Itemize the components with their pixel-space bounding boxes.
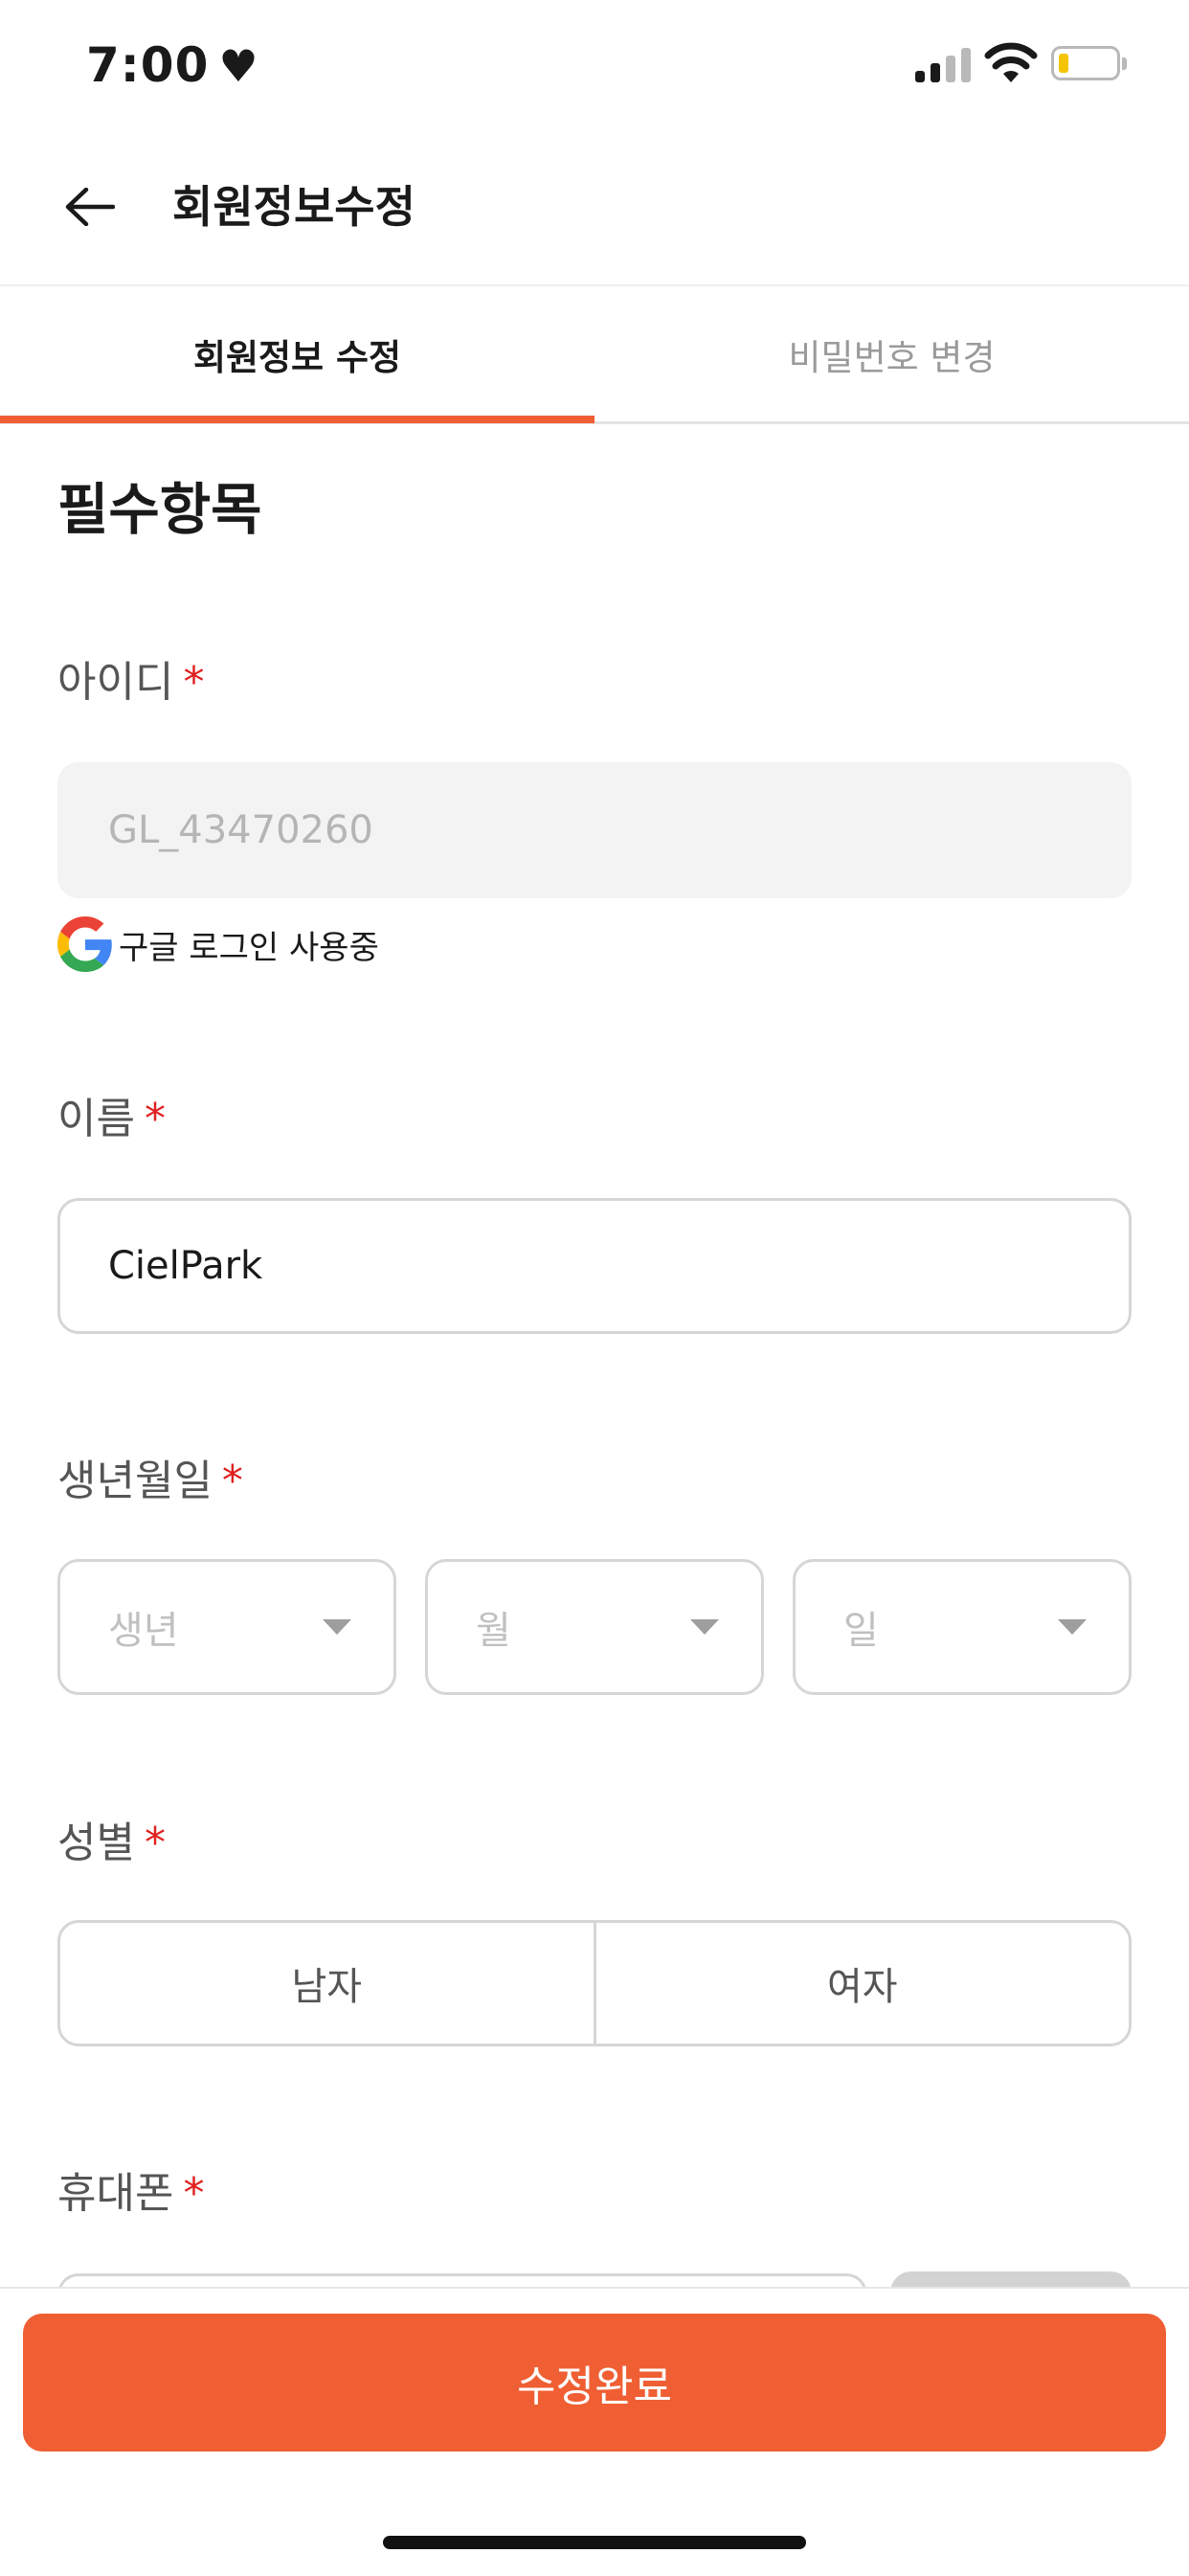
id-label: 아이디 * xyxy=(57,654,204,712)
birth-month-select[interactable]: 월 xyxy=(425,1559,764,1695)
wifi-icon xyxy=(984,42,1038,82)
required-mark: * xyxy=(183,658,205,707)
gender-female-button[interactable]: 여자 xyxy=(593,1923,1130,2044)
birth-year-select[interactable]: 생년 xyxy=(57,1559,396,1695)
back-button[interactable] xyxy=(52,169,128,245)
header-divider xyxy=(0,284,1189,286)
google-login-note: 구글 로그인 사용중 xyxy=(57,915,379,973)
birth-label: 생년월일 * xyxy=(57,1453,243,1510)
caret-down-icon xyxy=(323,1619,351,1635)
home-indicator xyxy=(383,2536,806,2549)
birth-day-placeholder: 일 xyxy=(843,1609,879,1653)
battery-tip xyxy=(1122,57,1127,70)
id-label-text: 아이디 xyxy=(57,658,174,707)
tab-edit-profile[interactable]: 회원정보 수정 xyxy=(0,287,594,421)
submit-button[interactable]: 수정완료 xyxy=(23,2314,1166,2452)
required-mark: * xyxy=(144,1095,166,1143)
arrow-left-icon xyxy=(65,188,115,226)
id-field: GL_43470260 xyxy=(57,762,1132,898)
phone-label: 휴대폰 * xyxy=(57,2165,204,2223)
cellular-signal-icon xyxy=(915,48,971,82)
gender-label: 성별 * xyxy=(57,1815,166,1872)
birth-day-select[interactable]: 일 xyxy=(793,1559,1132,1695)
gender-selector: 남자 여자 xyxy=(57,1920,1132,2046)
name-value: CielPark xyxy=(108,1244,263,1288)
name-field[interactable]: CielPark xyxy=(57,1198,1132,1334)
tab-change-password[interactable]: 비밀번호 변경 xyxy=(594,287,1189,421)
active-tab-indicator xyxy=(0,416,594,423)
gender-male-button[interactable]: 남자 xyxy=(60,1923,594,2044)
submit-label: 수정완료 xyxy=(517,2362,672,2411)
section-title: 필수항목 xyxy=(57,477,262,542)
birth-year-placeholder: 생년 xyxy=(108,1609,179,1653)
required-mark: * xyxy=(183,2169,205,2218)
battery-icon xyxy=(1051,46,1120,80)
gender-label-text: 성별 xyxy=(57,1819,135,1867)
tab-edit-profile-label: 회원정보 수정 xyxy=(192,337,402,378)
id-value: GL_43470260 xyxy=(108,808,373,852)
required-mark: * xyxy=(144,1819,166,1867)
phone-label-text: 휴대폰 xyxy=(57,2169,174,2218)
status-time-text: 7:00 xyxy=(86,37,210,93)
birth-label-text: 생년월일 xyxy=(57,1457,213,1505)
birth-month-placeholder: 월 xyxy=(476,1609,511,1653)
google-logo-icon xyxy=(57,916,112,972)
page-title: 회원정보수정 xyxy=(172,181,415,233)
required-mark: * xyxy=(221,1457,243,1505)
caret-down-icon xyxy=(690,1619,719,1635)
tab-change-password-label: 비밀번호 변경 xyxy=(788,337,996,378)
name-label: 이름 * xyxy=(57,1091,166,1148)
status-time: 7:00 ♥ xyxy=(86,34,259,97)
heart-icon: ♥ xyxy=(218,40,259,92)
name-label-text: 이름 xyxy=(57,1095,135,1143)
google-login-text: 구글 로그인 사용중 xyxy=(119,928,379,967)
caret-down-icon xyxy=(1058,1619,1087,1635)
